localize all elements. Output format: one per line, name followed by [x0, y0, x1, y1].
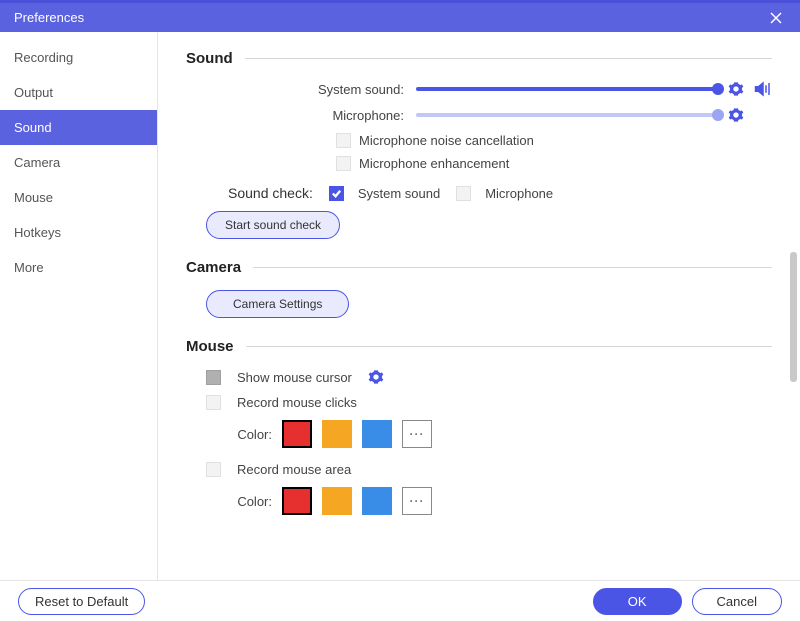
system-sound-label: System sound: — [186, 82, 416, 97]
close-button[interactable] — [766, 8, 786, 28]
record-area-checkbox[interactable] — [206, 462, 221, 477]
check-icon — [331, 188, 342, 199]
speaker-button[interactable] — [754, 81, 772, 97]
area-color-red[interactable] — [282, 487, 312, 515]
section-sound-header: Sound — [186, 50, 772, 67]
reset-button[interactable]: Reset to Default — [18, 588, 145, 615]
clicks-color-orange[interactable] — [322, 420, 352, 448]
record-clicks-label: Record mouse clicks — [237, 395, 357, 410]
microphone-settings-button[interactable] — [728, 107, 744, 123]
close-icon — [769, 11, 783, 25]
sidebar-item-mouse[interactable]: Mouse — [0, 180, 157, 215]
divider — [245, 58, 772, 59]
section-mouse-header: Mouse — [186, 338, 772, 355]
clicks-color-more[interactable]: ··· — [402, 420, 432, 448]
clicks-color-label: Color: — [228, 427, 272, 442]
area-color-blue[interactable] — [362, 487, 392, 515]
enhance-label: Microphone enhancement — [359, 156, 509, 171]
ok-button[interactable]: OK — [593, 588, 682, 615]
record-clicks-checkbox[interactable] — [206, 395, 221, 410]
clicks-color-red[interactable] — [282, 420, 312, 448]
cursor-settings-button[interactable] — [368, 369, 384, 385]
check-system-checkbox[interactable] — [329, 186, 344, 201]
sidebar: Recording Output Sound Camera Mouse Hotk… — [0, 32, 158, 580]
sidebar-item-recording[interactable]: Recording — [0, 40, 157, 75]
microphone-label: Microphone: — [186, 108, 416, 123]
sound-check-label: Sound check: — [228, 185, 313, 201]
divider — [253, 267, 772, 268]
sidebar-item-hotkeys[interactable]: Hotkeys — [0, 215, 157, 250]
cancel-button[interactable]: Cancel — [692, 588, 782, 615]
area-color-more[interactable]: ··· — [402, 487, 432, 515]
check-mic-checkbox[interactable] — [456, 186, 471, 201]
gear-icon — [368, 369, 384, 385]
scrollbar[interactable] — [790, 252, 797, 382]
noise-cancel-label: Microphone noise cancellation — [359, 133, 534, 148]
gear-icon — [728, 81, 744, 97]
section-camera-title: Camera — [186, 259, 241, 276]
camera-settings-button[interactable]: Camera Settings — [206, 290, 349, 318]
divider — [246, 346, 772, 347]
footer: Reset to Default OK Cancel — [0, 580, 800, 621]
speaker-icon — [754, 81, 772, 97]
start-sound-check-button[interactable]: Start sound check — [206, 211, 340, 239]
sidebar-item-camera[interactable]: Camera — [0, 145, 157, 180]
gear-icon — [728, 107, 744, 123]
section-camera-header: Camera — [186, 259, 772, 276]
titlebar: Preferences — [0, 0, 800, 32]
system-sound-settings-button[interactable] — [728, 81, 744, 97]
show-cursor-label: Show mouse cursor — [237, 370, 352, 385]
check-system-label: System sound — [358, 186, 440, 201]
sidebar-item-output[interactable]: Output — [0, 75, 157, 110]
section-sound-title: Sound — [186, 50, 233, 67]
main-panel: Sound System sound: Microphone: — [158, 32, 800, 580]
record-area-label: Record mouse area — [237, 462, 351, 477]
show-cursor-checkbox[interactable] — [206, 370, 221, 385]
area-color-orange[interactable] — [322, 487, 352, 515]
window-title: Preferences — [14, 10, 766, 25]
clicks-color-blue[interactable] — [362, 420, 392, 448]
enhance-checkbox[interactable] — [336, 156, 351, 171]
section-mouse-title: Mouse — [186, 338, 234, 355]
sidebar-item-more[interactable]: More — [0, 250, 157, 285]
noise-cancel-checkbox[interactable] — [336, 133, 351, 148]
system-sound-slider[interactable] — [416, 87, 718, 91]
sidebar-item-sound[interactable]: Sound — [0, 110, 157, 145]
microphone-slider[interactable] — [416, 113, 718, 117]
check-mic-label: Microphone — [485, 186, 553, 201]
area-color-label: Color: — [228, 494, 272, 509]
